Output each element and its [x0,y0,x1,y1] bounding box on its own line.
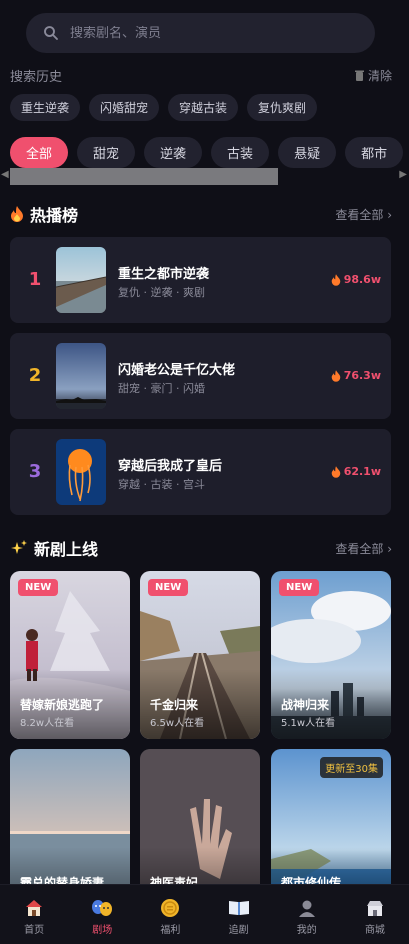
history-chip[interactable]: 穿越古装 [168,94,239,121]
hot-list-item[interactable]: 2 闪婚老公是千亿大佬 甜宠 · 豪门 · 闪婚 76.3w [10,333,391,419]
nav-label: 首页 [24,925,45,936]
heat-count: 98.6w [331,273,381,286]
drama-cover [56,247,106,313]
fire-icon [331,465,340,478]
card-title: 战神归来 [281,698,330,712]
category-tab-sweet[interactable]: 甜宠 [77,137,136,168]
new-section-header: 新剧上线 查看全部 › [10,536,392,560]
category-tab-comeback[interactable]: 逆袭 [144,137,203,168]
scroll-left-arrow-icon[interactable]: ◀ [1,169,9,180]
drama-tags: 甜宠 · 豪门 · 闪婚 [118,382,205,395]
card-viewers: 6.5w人在看 [150,718,205,729]
rank-number: 1 [28,269,42,290]
open-book-icon [228,897,250,919]
scroll-right-arrow-icon[interactable]: ▶ [399,169,407,180]
nav-item-watchlist[interactable]: 追剧 [205,885,273,944]
drama-title: 穿越后我成了皇后 [118,459,223,474]
new-see-all-link[interactable]: 查看全部 › [335,540,392,557]
nav-item-profile[interactable]: 我的 [273,885,341,944]
card-title: 千金归来 [150,698,199,712]
hot-see-all-link[interactable]: 查看全部 › [335,206,392,223]
nav-item-home[interactable]: 首页 [0,885,68,944]
search-icon [44,26,58,40]
nav-label: 我的 [296,925,317,936]
hot-section-header: 热播榜 查看全部 › [10,202,392,226]
scrollbar-thumb[interactable] [10,168,278,185]
rank-number: 3 [28,461,42,482]
search-input[interactable] [70,25,330,41]
trash-icon [354,70,364,81]
drama-card[interactable]: NEW 替嫁新娘逃跑了 8.2w人在看 [10,571,130,739]
search-bar[interactable] [26,13,375,53]
drama-card[interactable]: NEW 千金归来 6.5w人在看 [140,571,260,739]
new-badge: NEW [279,579,320,596]
rank-number: 2 [28,365,42,386]
search-history-header: 搜索历史 清除 [10,66,392,85]
bottom-nav: 首页 剧场 福利 追剧 我的 商城 [0,884,409,944]
card-title: 替嫁新娘逃跑了 [20,698,105,712]
clear-history-label: 清除 [367,68,392,83]
nav-label: 追剧 [228,925,249,936]
new-badge: NEW [18,579,59,596]
category-tab-costume[interactable]: 古装 [211,137,270,168]
history-chip[interactable]: 复仇爽剧 [247,94,318,121]
category-tab-suspense[interactable]: 悬疑 [278,137,337,168]
drama-tags: 穿越 · 古装 · 宫斗 [118,478,205,491]
drama-title: 闪婚老公是千亿大佬 [118,363,236,378]
heat-count: 76.3w [331,369,381,382]
drama-tags: 复仇 · 逆袭 · 爽剧 [118,286,205,299]
search-history-title: 搜索历史 [10,69,63,85]
heat-value: 76.3w [343,369,381,382]
new-section-title: 新剧上线 [10,536,98,560]
hot-list-item[interactable]: 3 穿越后我成了皇后 穿越 · 古装 · 宫斗 62.1w [10,429,391,515]
hot-section-label: 热播榜 [30,206,79,225]
shop-icon [364,897,386,919]
category-tabs: 全部 甜宠 逆袭 古装 悬疑 都市 [10,137,404,168]
home-icon [23,897,45,919]
new-badge: NEW [148,579,189,596]
nav-label: 福利 [160,925,181,936]
horizontal-scrollbar[interactable]: ◀ ▶ [0,166,409,186]
fire-icon [331,369,340,382]
new-section-label: 新剧上线 [34,540,99,559]
coin-icon [159,897,181,919]
heat-value: 98.6w [343,273,381,286]
heat-count: 62.1w [331,465,381,478]
nav-item-rewards[interactable]: 福利 [136,885,204,944]
app-root: 搜索历史 清除 重生逆袭 闪婚甜宠 穿越古装 复仇爽剧 全部 甜宠 逆袭 古装 … [0,0,409,944]
nav-label: 商城 [364,925,385,936]
nav-label: 剧场 [92,925,113,936]
search-history-tags: 重生逆袭 闪婚甜宠 穿越古装 复仇爽剧 [10,94,318,121]
category-tab-all[interactable]: 全部 [10,137,69,168]
history-chip[interactable]: 重生逆袭 [10,94,81,121]
card-viewers: 5.1w人在看 [281,718,336,729]
user-icon [296,897,318,919]
nav-item-shop[interactable]: 商城 [341,885,409,944]
hot-list-item[interactable]: 1 重生之都市逆袭 复仇 · 逆袭 · 爽剧 98.6w [10,237,391,323]
history-chip[interactable]: 闪婚甜宠 [89,94,160,121]
card-viewers: 8.2w人在看 [20,718,75,729]
drama-cover [56,439,106,505]
update-badge: 更新至30集 [320,757,383,778]
drama-cover [56,343,106,409]
clear-history-button[interactable]: 清除 [354,67,392,84]
hot-section-title: 热播榜 [10,202,78,226]
fire-icon [11,206,23,222]
fire-icon [331,273,340,286]
category-tab-urban[interactable]: 都市 [345,137,404,168]
sparkles-icon [11,540,27,554]
drama-title: 重生之都市逆袭 [118,267,210,282]
nav-item-theater[interactable]: 剧场 [68,885,136,944]
heat-value: 62.1w [343,465,381,478]
drama-card[interactable]: NEW 战神归来 5.1w人在看 [271,571,391,739]
theater-masks-icon [91,897,113,919]
